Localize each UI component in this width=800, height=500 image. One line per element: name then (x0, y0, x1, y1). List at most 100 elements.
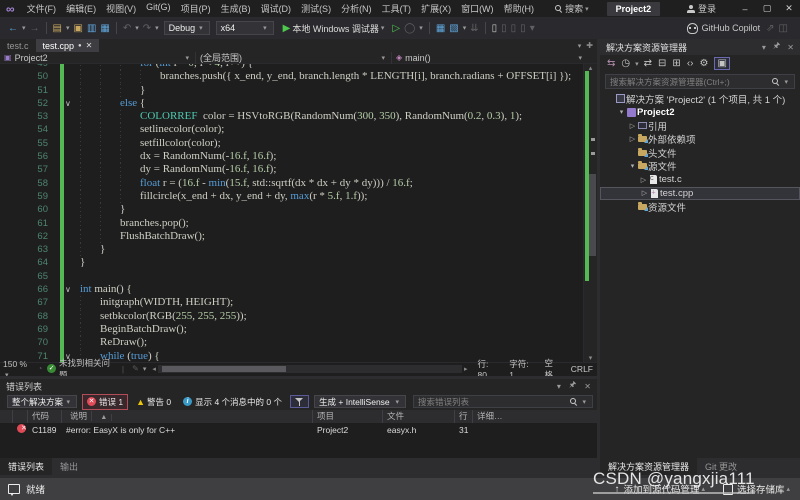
code-line-60[interactable]: 60} (0, 203, 584, 216)
window-position-chevron-icon[interactable]: ▾ (557, 382, 561, 391)
warnings-filter-button[interactable]: ▲ 警告 0 (132, 395, 175, 409)
toolbar-icon-5[interactable]: ⇊ (470, 23, 478, 34)
menu-item-7[interactable]: 测试(S) (296, 2, 336, 15)
code-line-61[interactable]: 61branches.pop(); (0, 217, 584, 230)
line-ending-indicator[interactable]: CRLF (571, 364, 593, 374)
file-column-header[interactable]: 文件 (383, 410, 455, 423)
collapsed-arrow-icon[interactable]: ▷ (628, 135, 637, 143)
project-column-header[interactable]: 项目 (313, 410, 383, 423)
toolbar-icon-4[interactable]: ▧ (449, 23, 458, 34)
menu-item-9[interactable]: 工具(T) (377, 2, 417, 15)
close-button[interactable]: ✕ (778, 3, 800, 14)
menu-item-2[interactable]: 视图(V) (101, 2, 141, 15)
project-scope-dropdown[interactable]: ▣ Project2 ▾ (0, 52, 196, 64)
title-search-button[interactable]: 搜索 ▾ (555, 2, 591, 15)
view-code-icon[interactable]: ‹› (687, 58, 694, 69)
error-table-row[interactable]: ✕ C1189 #error: EasyX is only for C++ Pr… (0, 423, 597, 436)
tree-item--[interactable]: ▾源文件 (600, 160, 800, 174)
member-dropdown[interactable]: ◈ main() ▾ (392, 52, 588, 64)
collapsed-arrow-icon[interactable]: ▷ (628, 122, 637, 130)
scroll-right-icon[interactable]: ▸ (464, 365, 468, 373)
share-icon[interactable]: ⇗ (766, 23, 774, 34)
fold-chevron-icon[interactable]: ∨ (65, 97, 71, 110)
code-line-51[interactable]: 51} (0, 84, 584, 97)
code-line-70[interactable]: 70ReDraw(); (0, 336, 584, 349)
menu-item-1[interactable]: 编辑(E) (61, 2, 101, 15)
platform-dropdown[interactable]: x64 ▾ (216, 21, 274, 35)
toolbar-icon-9[interactable]: ↷ (143, 23, 151, 34)
fold-chevron-icon[interactable]: ∨ (65, 283, 71, 296)
maximize-button[interactable]: ▢ (756, 3, 778, 14)
menu-item-12[interactable]: 帮助(H) (499, 2, 540, 15)
tree-item-project2[interactable]: ▾Project2 (600, 106, 800, 120)
menu-item-3[interactable]: Git(G) (141, 2, 176, 15)
toolbar-icon-1[interactable]: ◯ (404, 23, 415, 34)
tree-item--[interactable]: 头文件 (600, 146, 800, 160)
close-icon[interactable]: ✕ (584, 382, 591, 391)
description-column-header[interactable]: 说明 ▲ (62, 410, 313, 423)
menu-item-5[interactable]: 生成(B) (216, 2, 256, 15)
code-line-54[interactable]: 54setlinecolor(color); (0, 123, 584, 136)
pin-icon[interactable]: 🖈 (569, 379, 576, 393)
code-column-header[interactable]: 代码 (28, 410, 62, 423)
toolbar-icon-3[interactable]: ▤ (53, 23, 62, 34)
toolbar-icon-9[interactable]: ▯ (511, 23, 517, 34)
properties-icon[interactable]: ⚙ (699, 58, 708, 69)
feedback-bubble-icon[interactable] (8, 484, 20, 494)
code-line-53[interactable]: 53COLORREF color = HSVtoRGB(RandomNum(30… (0, 110, 584, 123)
error-source-dropdown[interactable]: 生成 + IntelliSense ▾ (314, 395, 406, 408)
close-icon[interactable]: ✕ (787, 43, 794, 52)
tree-item--[interactable]: ▷外部依赖项 (600, 133, 800, 147)
sign-in-button[interactable]: 登录 (687, 2, 716, 15)
code-line-65[interactable]: 65 (0, 270, 584, 283)
selection-column-header[interactable] (0, 410, 13, 423)
tab-test-cpp[interactable]: test.cpp ● ✕ (36, 39, 100, 52)
code-line-58[interactable]: 58float r = (16.f - min(15.f, std::sqrtf… (0, 177, 584, 190)
sync-icon[interactable]: ◔ (38, 364, 43, 373)
toolbar-icon-10[interactable]: ▯ (520, 23, 526, 34)
code-line-59[interactable]: 59fillcircle(x_end + dx, y_end + dy, max… (0, 190, 584, 203)
float-window-icon[interactable]: ✚ (586, 41, 593, 50)
pin-icon[interactable]: 🖈 (773, 40, 780, 54)
details-column-header[interactable]: 详细… (473, 410, 597, 423)
preview-selected-items-icon[interactable]: ▣ (714, 57, 729, 70)
toolbar-icon-4[interactable]: ▣ (73, 23, 82, 34)
toolbar-icon-0[interactable]: ← (8, 23, 18, 34)
toolbar-icon-8[interactable]: ▯ (501, 23, 507, 34)
code-line-50[interactable]: 50branches.push({ x_end, y_end, branch.l… (0, 70, 584, 83)
toolbar-icon-0[interactable]: ▷ (392, 23, 400, 34)
minimize-button[interactable]: – (734, 4, 756, 14)
bottom-left-tab-0[interactable]: 错误列表 (0, 458, 52, 475)
collapsed-arrow-icon[interactable]: ▷ (640, 189, 649, 197)
code-line-64[interactable]: 64} (0, 256, 584, 269)
code-line-52[interactable]: 52∨else { (0, 97, 584, 110)
tab-test-c[interactable]: test.c (0, 39, 36, 52)
code-editor[interactable]: 49for (int i = 0; i < 4; i++) {50branche… (0, 64, 597, 362)
type-scope-dropdown[interactable]: (全局范围) ▾ (196, 52, 392, 64)
tab-list-chevron-icon[interactable]: ▾ (578, 42, 582, 50)
errors-filter-button[interactable]: ✕ 错误 1 (82, 394, 128, 410)
severity-column-header[interactable] (13, 410, 28, 423)
code-line-57[interactable]: 57dy = RandomNum(-16.f, 16.f); (0, 163, 584, 176)
show-all-files-icon[interactable]: ⊞ (672, 58, 680, 69)
scrollbar-thumb[interactable] (162, 366, 286, 372)
pending-changes-icon[interactable]: ◷ (621, 58, 630, 69)
tree-item--[interactable]: 资源文件 (600, 200, 800, 214)
code-line-69[interactable]: 69BeginBatchDraw(); (0, 323, 584, 336)
pen-icon[interactable]: ✎ (132, 364, 139, 373)
tree-item-test.cpp[interactable]: ▷＋test.cpp (600, 187, 800, 201)
tree-item--[interactable]: ▷引用 (600, 119, 800, 133)
scroll-down-icon[interactable]: ▾ (584, 354, 597, 362)
scrollbar-thumb[interactable] (589, 174, 596, 256)
toolbar-icon-11[interactable]: ▾ (530, 23, 535, 34)
menu-item-8[interactable]: 分析(N) (336, 2, 377, 15)
menu-item-11[interactable]: 窗口(W) (456, 2, 499, 15)
sync-with-active-document-icon[interactable]: ⇄ (644, 58, 652, 69)
editor-vertical-scrollbar[interactable]: ▴ ▾ (583, 64, 597, 362)
toolbar-icon-1[interactable]: → (30, 23, 40, 34)
code-line-67[interactable]: 67initgraph(WIDTH, HEIGHT); (0, 296, 584, 309)
code-line-66[interactable]: 66∨int main() { (0, 283, 584, 296)
switch-views-icon[interactable]: ⇆ (607, 58, 615, 69)
line-column-header[interactable]: 行 (455, 410, 473, 423)
tree-item--project2-1-1-[interactable]: 解决方案 'Project2' (1 个项目, 共 1 个) (600, 92, 800, 106)
